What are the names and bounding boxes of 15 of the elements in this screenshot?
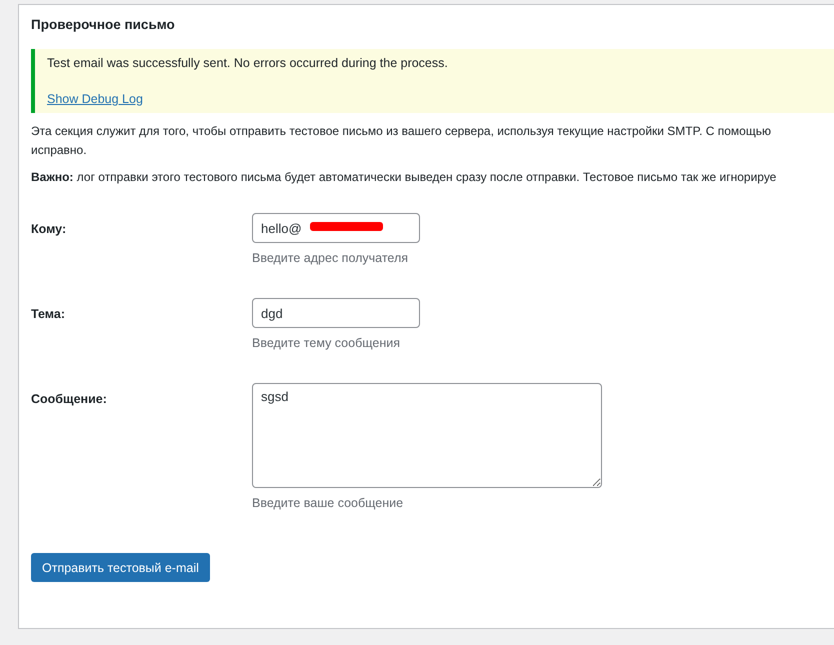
field-label: Тема:	[31, 306, 66, 323]
field-hint: Введите тему сообщения	[252, 336, 400, 350]
send-button[interactable]: Отправить тестовый e-mail	[31, 553, 210, 582]
field-hint: Введите ваше сообщение	[252, 496, 404, 510]
section-title: Проверочное письмо	[31, 17, 176, 34]
field-hint: Введите адрес получателя	[252, 251, 408, 265]
field-label: Сообщение:	[31, 391, 108, 408]
message-field[interactable]: sgsd	[252, 383, 602, 488]
important-note: Важно: лог отправки этого тестового письма будет автоматически выведен сразу после отправки. Тестовое письмо так же игнорируе	[31, 169, 778, 186]
field-label: Кому:	[31, 221, 68, 238]
text-field[interactable]: dgd	[252, 298, 420, 328]
description-text: исправно.	[31, 142, 88, 159]
notice-message: Test email was successfully sent. No errors occurred during the process.	[47, 56, 449, 70]
description-text: Эта секция служит для того, чтобы отправить тестовое письмо из вашего сервера, используя текущие настройки SMTP. С помощью	[31, 123, 772, 140]
debug-log-link[interactable]: Show Debug Log	[47, 92, 143, 106]
